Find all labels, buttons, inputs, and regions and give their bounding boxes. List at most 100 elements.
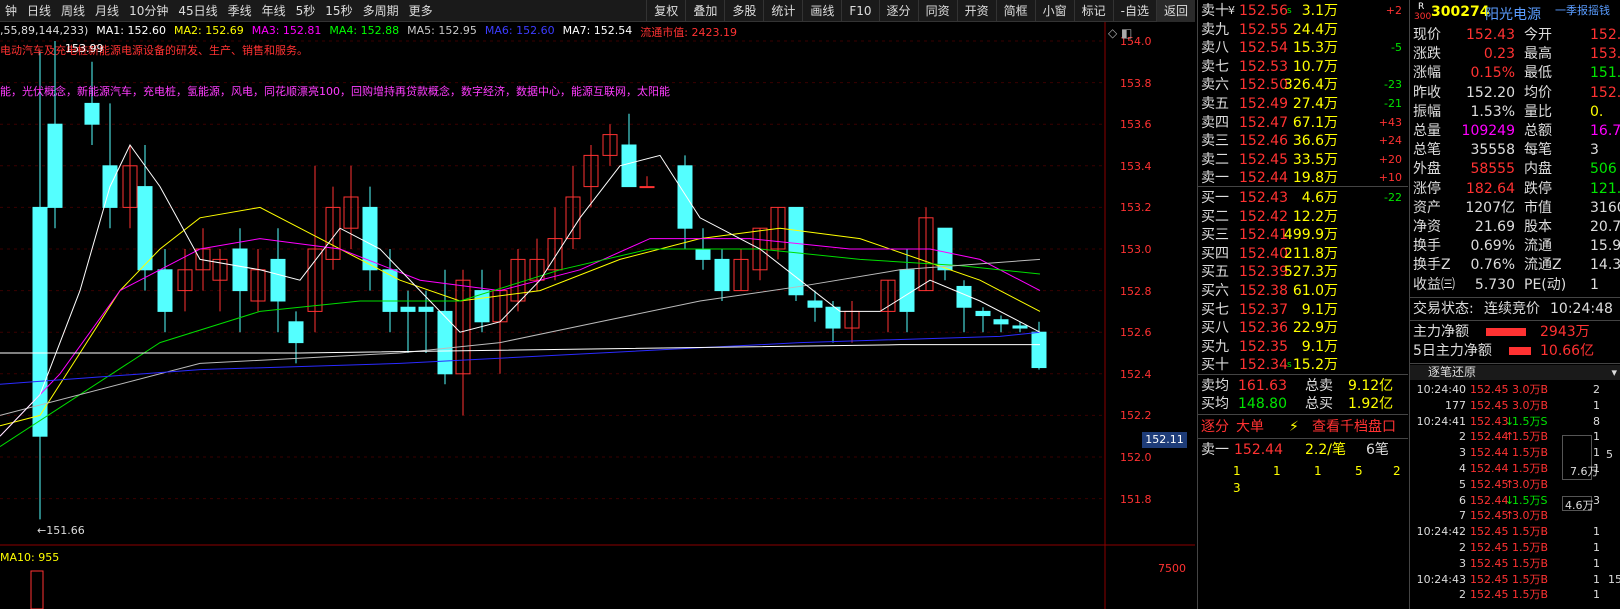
status-label: 交易状态:	[1413, 301, 1474, 317]
candle-body	[32, 206, 48, 437]
quote-label: 涨跌	[1413, 46, 1441, 63]
tick-volume: 3.0万B	[1512, 398, 1549, 412]
buy-level-9[interactable]: 买九 152.35 9.1万	[1198, 338, 1408, 356]
tick-time: 2	[1459, 588, 1466, 602]
average-row: 买均 148.80 总买 1.92亿	[1198, 395, 1408, 413]
buy-level-2[interactable]: 买二 152.42 12.2万	[1198, 208, 1408, 226]
stock-code: 300274	[1431, 4, 1490, 20]
level-volume: 36.6万	[1292, 133, 1338, 150]
book-divider	[1198, 374, 1408, 375]
candle-body	[157, 269, 173, 312]
quote-label: 收益㈢	[1413, 276, 1455, 293]
tick-row: 10:24:42 152.45 1.5万B 1	[1410, 524, 1620, 539]
price-tick: 152.0	[1120, 451, 1152, 464]
level-price: 152.54	[1239, 40, 1288, 57]
buy-level-3[interactable]: 买三 152.41 499.9万	[1198, 226, 1408, 244]
quote-row: 总量 109249 总额 16.7	[1410, 122, 1620, 141]
tick-count: 1	[1593, 446, 1600, 460]
tick-volume: 3.0万B	[1512, 509, 1549, 523]
risk-badge-sub: 300	[1414, 12, 1432, 22]
level-volume: 527.3万	[1283, 264, 1338, 281]
candle-body	[47, 123, 63, 208]
quote-label: 外盘	[1413, 161, 1441, 178]
tick-time: 10:24:43	[1416, 572, 1466, 586]
level-volume: 9.1万	[1301, 301, 1338, 318]
ticks-header[interactable]: 逐笔还原 ▾	[1410, 365, 1620, 380]
sell-level-4[interactable]: 卖七 152.53 10.7万	[1198, 58, 1408, 76]
quote-value: 15.9	[1590, 238, 1620, 255]
buy-level-1[interactable]: 买一 152.43 4.6万 -22	[1198, 189, 1408, 207]
price-tick: 151.8	[1120, 492, 1152, 506]
buy-level-10[interactable]: 买十 152.34 s 15.2万	[1198, 356, 1408, 374]
quote-value: 3160	[1590, 199, 1620, 216]
tick-time: 177	[1445, 398, 1466, 412]
quote-row: 涨幅 0.15% 最低 151.	[1410, 64, 1620, 83]
buy-level-7[interactable]: 买七 152.37 9.1万	[1198, 301, 1408, 319]
candle-body	[975, 310, 991, 317]
level-label: 买五	[1201, 264, 1229, 281]
buy-level-4[interactable]: 买四 152.40 211.8万	[1198, 245, 1408, 263]
buy-level-6[interactable]: 买六 152.38 61.0万	[1198, 282, 1408, 300]
sell-level-1[interactable]: 卖十 ¥152.56 s 3.1万 +2	[1198, 2, 1408, 20]
sell-level-10[interactable]: 卖一 152.44 19.8万 +10	[1198, 169, 1408, 187]
quote-label: PE(动)	[1524, 276, 1567, 293]
quote-value: 35558	[1470, 142, 1515, 159]
tick-volume: 3.0万B	[1512, 477, 1549, 491]
price-tick: 152.8	[1120, 284, 1152, 298]
level-volume: 33.5万	[1292, 151, 1338, 168]
high-price-label: 153.99	[65, 42, 104, 55]
quote-info-panel: R 300 300274 阳光电源 一季报摇钱 现价 152.43 今开 152. 涨跌 0.23 最…	[1409, 0, 1620, 609]
stock-name[interactable]: 阳光电源	[1485, 4, 1541, 24]
main-flow-value: 2943万	[1540, 324, 1590, 340]
trade-status: 交易状态: 连续竞价 10:24:48	[1410, 300, 1620, 319]
sell1-label: 卖一	[1201, 442, 1229, 458]
book-tab-2[interactable]: ⚡	[1289, 418, 1299, 436]
book-tab-0[interactable]: 逐分	[1201, 418, 1229, 436]
tick-time: 2	[1459, 541, 1466, 554]
book-tab-3[interactable]: 查看千档盘口	[1312, 418, 1396, 436]
quote-label: 内盘	[1524, 161, 1552, 178]
sell-level-6[interactable]: 卖五 152.49 27.4万 -21	[1198, 95, 1408, 113]
level-price: 152.42	[1239, 208, 1288, 225]
current-price-tag: 152.11	[1142, 432, 1187, 448]
ma-legend-1: MA1: 152.60	[96, 24, 166, 37]
sell-level-7[interactable]: 卖四 152.47 67.1万 +43	[1198, 114, 1408, 132]
quote-value: 153.	[1590, 46, 1620, 63]
sell1-price: 152.44	[1234, 442, 1283, 458]
level-label: 卖六	[1201, 77, 1229, 94]
tick-volume: 1.5万B	[1512, 430, 1549, 444]
total-value: 9.12亿	[1348, 378, 1394, 394]
book-tab-1[interactable]: 大单	[1236, 418, 1264, 436]
tick-time: 7	[1459, 509, 1466, 523]
candle-body	[137, 186, 153, 271]
level-label: 买九	[1201, 338, 1229, 355]
level-price: 152.36	[1239, 320, 1288, 337]
level-label: 卖七	[1201, 58, 1229, 75]
level-change: +10	[1378, 171, 1402, 185]
expand-icon[interactable]: ▾	[1611, 365, 1617, 380]
sell-level-3[interactable]: 卖八 152.54 15.3万 -5	[1198, 39, 1408, 57]
quote-value: 152.	[1590, 27, 1620, 43]
chart-settings-icon[interactable]: ◇ ◧	[1108, 26, 1132, 40]
quote-label: 现价	[1413, 27, 1441, 43]
buy-level-8[interactable]: 买八 152.36 22.9万	[1198, 319, 1408, 337]
tick-row: 10:24:43 152.45 1.5万B 1	[1410, 572, 1620, 587]
queue-item: 1	[1273, 464, 1281, 478]
level-change: +43	[1378, 115, 1402, 129]
sell-level-2[interactable]: 卖九 152.55 24.4万	[1198, 21, 1408, 39]
sell-level-5[interactable]: 卖六 152.50 326.4万 -23	[1198, 76, 1408, 94]
quote-row: 涨停 182.64 跌停 121.	[1410, 180, 1620, 199]
level-label: 买四	[1201, 245, 1229, 262]
level-price: 152.35	[1239, 338, 1288, 355]
quote-row: 昨收 152.20 均价 152.	[1410, 84, 1620, 103]
sell-level-9[interactable]: 卖二 152.45 33.5万 +20	[1198, 151, 1408, 169]
tick-price: 152.45	[1470, 556, 1509, 570]
buy-level-5[interactable]: 买五 152.39 527.3万	[1198, 263, 1408, 281]
sell-level-8[interactable]: 卖三 152.46 36.6万 +24	[1198, 132, 1408, 150]
quote-label: 总笔	[1413, 142, 1441, 159]
report-link[interactable]: 一季报摇钱	[1555, 2, 1610, 18]
tick-volume: 1.5万B	[1512, 462, 1549, 475]
volume-bar	[30, 570, 44, 609]
quote-label: 股本	[1524, 219, 1552, 235]
quote-label: 跌停	[1524, 180, 1552, 197]
